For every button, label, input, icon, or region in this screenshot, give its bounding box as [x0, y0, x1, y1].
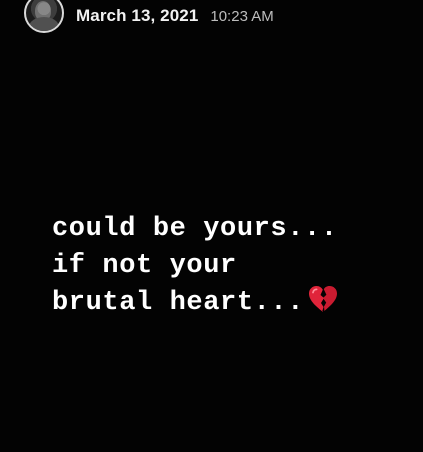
- story-header: March 13, 2021 10:23 AM: [24, 0, 274, 36]
- story-caption: could be yours... if not your brutal hea…: [52, 211, 412, 326]
- caption-line-3-text: brutal heart...: [52, 288, 305, 318]
- post-time: 10:23 AM: [210, 7, 274, 25]
- caption-line-3: brutal heart...: [52, 285, 412, 326]
- caption-line-1: could be yours...: [52, 214, 338, 244]
- caption-line-2: if not your: [52, 251, 237, 281]
- story-screen: March 13, 2021 10:23 AM could be yours..…: [0, 0, 423, 452]
- avatar[interactable]: [24, 0, 64, 33]
- post-date: March 13, 2021: [76, 6, 199, 25]
- broken-heart-icon: [308, 285, 338, 326]
